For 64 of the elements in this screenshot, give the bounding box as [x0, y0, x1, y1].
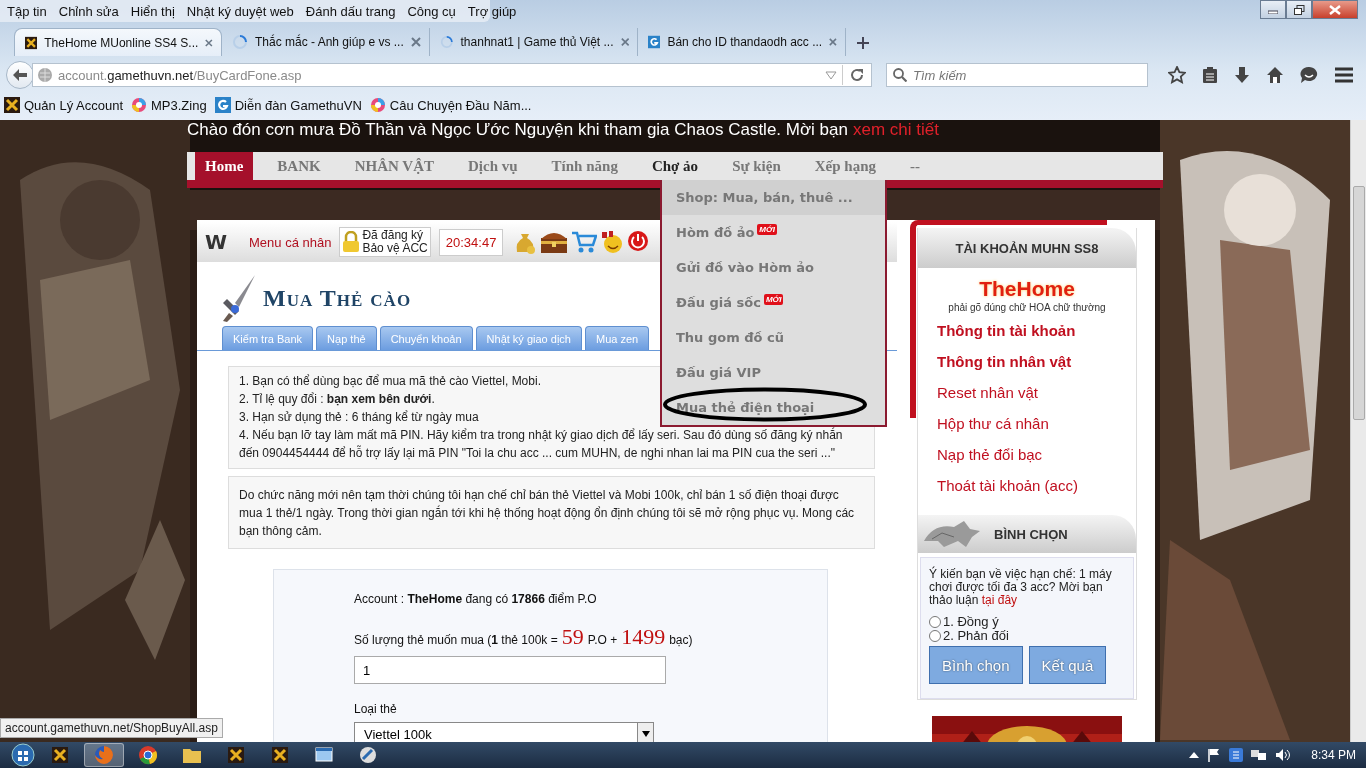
- globe-icon: [37, 67, 53, 83]
- menu-item[interactable]: Công cụ: [402, 3, 463, 19]
- game-icon: [226, 745, 246, 765]
- menu-item[interactable]: Hiển thị: [125, 3, 182, 19]
- menu-item[interactable]: Trợ giúp: [462, 3, 524, 19]
- chat-icon[interactable]: [1300, 66, 1318, 84]
- window-icon: [314, 745, 334, 765]
- globe-icon: [131, 97, 147, 113]
- network-icon[interactable]: [1251, 748, 1268, 762]
- close-icon: [1329, 4, 1341, 15]
- back-arrow-icon: [12, 68, 28, 82]
- bookmark[interactable]: Diễn đàn GamethuVN: [214, 97, 364, 113]
- browser-tab[interactable]: thanhnat1 | Game thủ Việt ...: [430, 28, 638, 56]
- bookmark[interactable]: MP3.Zing: [131, 97, 209, 113]
- new-tab-icon[interactable]: [856, 36, 870, 50]
- site-icon: [648, 34, 661, 50]
- browser-tab[interactable]: Thắc mắc - Anh giúp e vs ...: [222, 28, 430, 56]
- restore-icon: [1293, 4, 1305, 15]
- star-icon[interactable]: [1168, 66, 1186, 84]
- bookmark[interactable]: Quản Lý Account: [4, 97, 125, 113]
- loading-icon: [232, 34, 248, 50]
- back-button[interactable]: [6, 61, 34, 89]
- home-icon[interactable]: [1266, 66, 1284, 84]
- game-icon: [270, 745, 290, 765]
- scrollbar[interactable]: [1350, 120, 1366, 742]
- menu-item[interactable]: Tập tin: [2, 3, 54, 19]
- bookmark[interactable]: Câu Chuyện Đầu Năm...: [369, 97, 534, 113]
- search-icon: [893, 68, 907, 82]
- start-button[interactable]: [10, 743, 36, 767]
- game-icon: [50, 745, 70, 765]
- chrome-icon: [138, 745, 158, 765]
- game-icon: [4, 97, 20, 113]
- menu-item[interactable]: Chỉnh sửa: [53, 3, 126, 19]
- close-icon[interactable]: [205, 37, 213, 48]
- reading-list-icon[interactable]: [1202, 66, 1218, 84]
- game-icon: [25, 34, 38, 51]
- download-icon[interactable]: [1234, 66, 1250, 84]
- browser-tab[interactable]: TheHome MUonline SS4 S...: [14, 28, 222, 56]
- scrollbar-thumb[interactable]: [1353, 186, 1365, 420]
- search-box[interactable]: Tìm kiếm: [886, 63, 1148, 87]
- app-icon[interactable]: [1229, 748, 1244, 762]
- site-icon: [214, 97, 231, 113]
- close-icon[interactable]: [411, 37, 421, 47]
- volume-icon[interactable]: [1275, 748, 1292, 762]
- firefox-icon: [94, 745, 114, 765]
- address-bar[interactable]: account.gamethuvn.net/BuyCardFone.asp: [32, 63, 872, 87]
- taskbar-clock: 8:34 PM: [1311, 748, 1356, 762]
- minimize-button[interactable]: [1260, 0, 1286, 19]
- reload-icon: [850, 68, 864, 82]
- close-button[interactable]: [1312, 0, 1358, 19]
- url-text: account.gamethuvn.net/BuyCardFone.asp: [58, 67, 303, 83]
- menu-icon[interactable]: [1334, 66, 1354, 84]
- menu-item[interactable]: Nhật ký duyệt web: [181, 3, 301, 19]
- loading-icon: [440, 34, 454, 50]
- close-icon[interactable]: [829, 37, 837, 47]
- close-icon[interactable]: [620, 37, 629, 47]
- dropdown-arrow-icon[interactable]: [825, 70, 837, 80]
- flag-icon[interactable]: [1207, 748, 1222, 762]
- globe-icon: [369, 97, 386, 113]
- tray-arrow-icon[interactable]: [1189, 751, 1200, 759]
- browser-tab[interactable]: Bán cho ID thandaodh acc ...: [638, 28, 846, 56]
- tool-icon: [358, 745, 378, 765]
- maximize-button[interactable]: [1286, 0, 1312, 19]
- menu-item[interactable]: Đánh dấu trang: [300, 3, 403, 19]
